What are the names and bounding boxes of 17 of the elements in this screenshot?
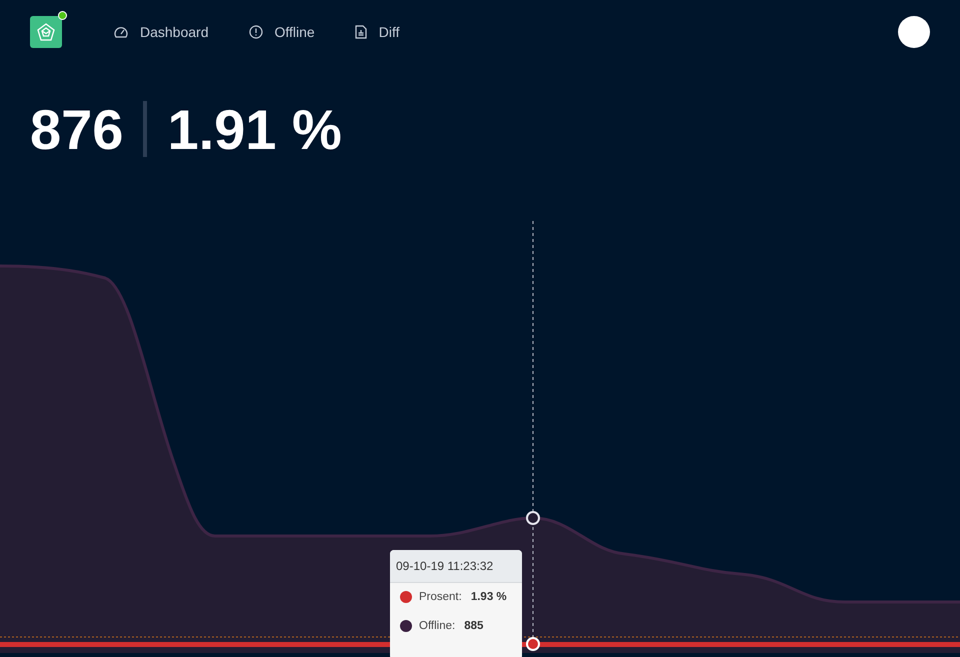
nav-link[interactable]: Dashboard	[114, 24, 208, 40]
nav-link[interactable]: Diff	[354, 24, 400, 40]
tooltip-time: 09-10-19 11:23:32	[390, 550, 522, 583]
percent-point	[526, 637, 540, 651]
offline-percent: 1.91 %	[167, 96, 342, 162]
nav-link[interactable]: Offline	[248, 24, 315, 40]
offline-count: 876	[30, 96, 124, 162]
series-label: Offline:	[419, 620, 456, 632]
pentagon-icon	[37, 23, 55, 41]
offline-point	[526, 511, 540, 525]
series-value: 885	[464, 620, 484, 632]
document-icon	[354, 25, 367, 39]
gauge-icon	[114, 25, 128, 39]
user-avatar[interactable]	[898, 16, 930, 48]
series-label: Prosent:	[419, 591, 462, 603]
alert-icon	[248, 25, 262, 39]
series-value: 1.93 %	[470, 591, 507, 603]
